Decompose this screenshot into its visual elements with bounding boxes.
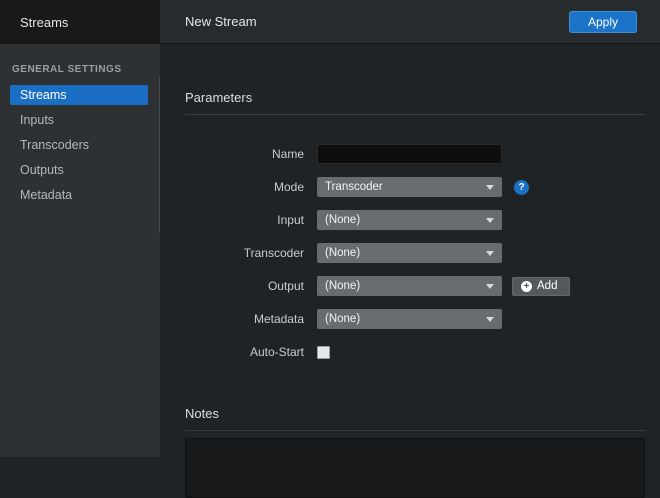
name-input[interactable] [317,144,502,164]
sidebar-section-label: GENERAL SETTINGS [0,44,160,85]
transcoder-dropdown-value: (None) [325,247,360,259]
sidebar-item-streams[interactable]: Streams [10,85,148,105]
transcoder-label: Transcoder [185,246,317,260]
sidebar-item-transcoders[interactable]: Transcoders [10,135,148,155]
sidebar-item-outputs[interactable]: Outputs [10,160,148,180]
transcoder-dropdown[interactable]: (None) [317,243,502,263]
input-dropdown[interactable]: (None) [317,210,502,230]
add-output-button[interactable]: + Add [512,277,570,296]
output-label: Output [185,279,317,293]
chevron-down-icon [486,185,494,190]
page-title: New Stream [185,14,569,29]
page-header: New Stream Apply [160,0,660,44]
mode-dropdown-value: Transcoder [325,181,383,193]
main-content: Parameters Name Mode Transcoder ? Input … [160,44,660,457]
sidebar-divider [159,77,160,233]
mode-row: Mode Transcoder ? [185,177,645,197]
auto-start-checkbox[interactable] [317,346,330,359]
mode-label: Mode [185,180,317,194]
transcoder-row: Transcoder (None) [185,243,645,263]
input-label: Input [185,213,317,227]
output-dropdown-value: (None) [325,280,360,292]
name-row: Name [185,144,645,164]
help-icon[interactable]: ? [514,180,529,195]
auto-start-row: Auto-Start [185,342,645,362]
metadata-dropdown[interactable]: (None) [317,309,502,329]
notes-divider [185,430,645,431]
mode-dropdown[interactable]: Transcoder [317,177,502,197]
input-dropdown-value: (None) [325,214,360,226]
notes-heading: Notes [185,406,645,421]
name-label: Name [185,147,317,161]
notes-textarea[interactable] [185,438,645,498]
output-dropdown[interactable]: (None) [317,276,502,296]
parameters-form: Name Mode Transcoder ? Input (None) [185,144,645,362]
add-button-label: Add [537,280,557,292]
auto-start-label: Auto-Start [185,345,317,359]
chevron-down-icon [486,218,494,223]
chevron-down-icon [486,317,494,322]
metadata-dropdown-value: (None) [325,313,360,325]
chevron-down-icon [486,284,494,289]
sidebar: GENERAL SETTINGS Streams Inputs Transcod… [0,44,160,457]
sidebar-item-inputs[interactable]: Inputs [10,110,148,130]
sidebar-item-metadata[interactable]: Metadata [10,185,148,205]
output-row: Output (None) + Add [185,276,645,296]
parameters-heading: Parameters [185,90,645,105]
chevron-down-icon [486,251,494,256]
metadata-row: Metadata (None) [185,309,645,329]
metadata-label: Metadata [185,312,317,326]
input-row: Input (None) [185,210,645,230]
plus-icon: + [521,281,532,292]
parameters-divider [185,114,645,115]
app-title: Streams [0,0,160,44]
apply-button[interactable]: Apply [569,11,637,33]
top-header: Streams New Stream Apply [0,0,660,44]
